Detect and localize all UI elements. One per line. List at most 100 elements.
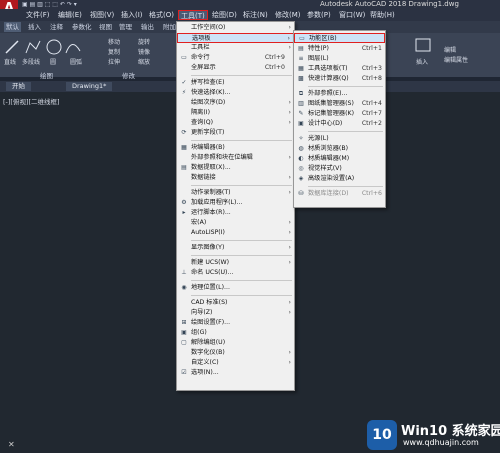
submenu-item-materials-browser[interactable]: ◍ 材质浏览器(B) <box>294 144 385 154</box>
ribbon-move[interactable]: 移动 <box>108 37 120 46</box>
menu-item-customize[interactable]: 自定义(C) › <box>177 358 294 368</box>
menu-insert[interactable]: 插入(I) <box>119 10 145 20</box>
panel-title-modify[interactable]: 修改 <box>122 70 135 80</box>
panel-title-draw[interactable]: 绘图 <box>40 70 53 80</box>
ribbon-polyline-label[interactable]: 多段线 <box>22 57 40 66</box>
submenu-item-materials-editor[interactable]: ◐ 材质编辑器(M) <box>294 154 385 164</box>
menu-item-group[interactable]: ▣ 组(G) <box>177 328 294 338</box>
menu-item-drafting-settings[interactable]: ⊞ 绘图设置(F)... <box>177 318 294 328</box>
submenu-item-xrefs[interactable]: ⧉ 外部参照(E)... <box>294 89 385 99</box>
menu-format[interactable]: 格式(O) <box>147 10 176 20</box>
menu-modify[interactable]: 修改(M) <box>273 10 303 20</box>
ribbon-scale[interactable]: 缩放 <box>138 57 150 66</box>
menu-view[interactable]: 视图(V) <box>88 10 116 20</box>
submenu-item-dbconnect[interactable]: ⛁ 数据库连接(D) Ctrl+6 <box>294 189 385 199</box>
menu-item-block-editor[interactable]: ▦ 块编辑器(B) <box>177 143 294 153</box>
menu-help[interactable]: 帮助(H) <box>368 10 397 20</box>
menu-item-autolisp[interactable]: AutoLISP(I) › <box>177 228 294 238</box>
submenu-item-design-center[interactable]: ▣ 设计中心(D) Ctrl+2 <box>294 119 385 129</box>
tab-addins[interactable]: 附加 <box>163 22 176 32</box>
menu-item-draw-order[interactable]: 绘图次序(D) › <box>177 98 294 108</box>
menu-item-tablet[interactable]: 数字化仪(B) › <box>177 348 294 358</box>
ribbon-line-label[interactable]: 直线 <box>4 57 16 66</box>
properties-icon: ▤ <box>298 45 304 52</box>
ucs-icon: ✕ <box>8 440 15 449</box>
ribbon-mirror[interactable]: 镜像 <box>138 47 150 56</box>
ribbon-stretch[interactable]: 拉伸 <box>108 57 120 66</box>
menu-item-data-links[interactable]: 数据链接 › <box>177 173 294 183</box>
submenu-item-properties[interactable]: ▤ 特性(P) Ctrl+1 <box>294 44 385 54</box>
database-icon: ⛁ <box>298 190 304 197</box>
ribbon-arc-label[interactable]: 圆弧 <box>70 57 82 66</box>
menu-window[interactable]: 窗口(W) <box>337 10 367 20</box>
ribbon-circle-label[interactable]: 圆 <box>50 57 56 66</box>
tab-manage[interactable]: 管理 <box>119 22 132 32</box>
menu-separator <box>191 75 292 76</box>
menu-item-action-recorder[interactable]: 动作录制器(T) › <box>177 188 294 198</box>
markup-icon: ✎ <box>298 110 304 117</box>
submenu-item-layers[interactable]: ≡ 图层(L) <box>294 54 385 64</box>
ungroup-icon: ▢ <box>181 339 187 346</box>
submenu-item-ribbon[interactable]: ▭ 功能区(B) <box>294 33 385 43</box>
menu-item-macro[interactable]: 宏(A) › <box>177 218 294 228</box>
menu-item-fullscreen[interactable]: 全屏显示 Ctrl+0 <box>177 63 294 73</box>
submenu-item-lights[interactable]: ✧ 光源(L) <box>294 134 385 144</box>
menu-item-display-image[interactable]: 显示图像(Y) › <box>177 243 294 253</box>
menu-item-ungroup[interactable]: ▢ 解除编组(U) <box>177 338 294 348</box>
menu-item-run-script[interactable]: ▸ 运行脚本(R)... <box>177 208 294 218</box>
menu-edit[interactable]: 编辑(E) <box>56 10 84 20</box>
submenu-item-quickcalc[interactable]: ▩ 快速计算器(Q) Ctrl+8 <box>294 74 385 84</box>
tab-home[interactable]: 默认 <box>4 22 21 32</box>
menu-separator <box>308 131 383 132</box>
drafting-settings-icon: ⊞ <box>181 319 187 326</box>
menu-item-isolate[interactable]: 隔离(I) › <box>177 108 294 118</box>
materials-editor-icon: ◐ <box>298 155 304 162</box>
tab-output[interactable]: 输出 <box>141 22 154 32</box>
ribbon-edit[interactable]: 编辑 <box>444 45 456 54</box>
viewport-controls[interactable]: [-][俯视][二维线框] <box>3 96 60 106</box>
menu-parametric[interactable]: 参数(P) <box>305 10 333 20</box>
menu-item-new-ucs[interactable]: 新建 UCS(W) › <box>177 258 294 268</box>
menu-item-toolbars[interactable]: 工具栏 › <box>177 43 294 53</box>
tab-parametric[interactable]: 参数化 <box>72 22 92 32</box>
menu-item-palettes[interactable]: 选项板 › <box>177 33 294 43</box>
menu-item-data-extraction[interactable]: ▤ 数据提取(X)... <box>177 163 294 173</box>
menu-file[interactable]: 文件(F) <box>24 10 52 20</box>
menu-tools[interactable]: 工具(T) <box>178 10 208 20</box>
ribbon-insert-label[interactable]: 插入 <box>416 57 428 66</box>
submenu-item-sheet-set-manager[interactable]: ▥ 图纸集管理器(S) Ctrl+4 <box>294 99 385 109</box>
ribbon-copy[interactable]: 复制 <box>108 47 120 56</box>
submenu-item-render-settings[interactable]: ◈ 高级渲染设置(A) <box>294 174 385 184</box>
win10-logo-icon: 10 <box>367 420 397 450</box>
tab-start[interactable]: 开始 <box>6 82 31 91</box>
tab-drawing1[interactable]: Drawing1* <box>66 82 113 91</box>
submenu-item-tool-palettes[interactable]: ▦ 工具选项板(T) Ctrl+3 <box>294 64 385 74</box>
menu-item-xref-inplace[interactable]: 外部参照和块在位编辑 › <box>177 153 294 163</box>
ribbon-rotate[interactable]: 旋转 <box>138 37 150 46</box>
calculator-icon: ▩ <box>298 75 304 82</box>
menu-item-named-ucs[interactable]: ⊥ 命名 UCS(U)... <box>177 268 294 278</box>
submenu-item-visual-styles[interactable]: ◎ 视觉样式(V) <box>294 164 385 174</box>
menu-dimension[interactable]: 标注(N) <box>241 10 270 20</box>
menu-item-wizards[interactable]: 向导(Z) › <box>177 308 294 318</box>
menu-item-options[interactable]: ☑ 选项(N)... <box>177 368 294 378</box>
menu-item-geolocation[interactable]: ◉ 地理位置(L)... <box>177 283 294 293</box>
menu-item-quick-select[interactable]: ⚡ 快速选择(K)... <box>177 88 294 98</box>
submenu-item-markup-set-manager[interactable]: ✎ 标记集管理器(K) Ctrl+7 <box>294 109 385 119</box>
menu-item-load-application[interactable]: ⚙ 加载应用程序(L)... <box>177 198 294 208</box>
menu-item-cad-standards[interactable]: CAD 标准(S) › <box>177 298 294 308</box>
menu-item-command-line[interactable]: ▭ 命令行 Ctrl+9 <box>177 53 294 63</box>
ribbon-edit-attr[interactable]: 编辑属性 <box>444 55 468 64</box>
tab-annotate[interactable]: 注释 <box>50 22 63 32</box>
tab-insert[interactable]: 插入 <box>28 22 41 32</box>
menu-item-workspace[interactable]: 工作空间(O) › <box>177 23 294 33</box>
menu-item-update-fields[interactable]: ⟳ 更新字段(T) <box>177 128 294 138</box>
tab-view[interactable]: 视图 <box>99 22 112 32</box>
visual-styles-icon: ◎ <box>298 165 304 172</box>
menu-item-inquiry[interactable]: 查询(Q) › <box>177 118 294 128</box>
menu-item-spell-check[interactable]: ✓ 拼写检查(E) <box>177 78 294 88</box>
tool-palettes-icon: ▦ <box>298 65 304 72</box>
menu-draw[interactable]: 绘图(D) <box>210 10 239 20</box>
options-checkbox-icon: ☑ <box>181 369 187 376</box>
quick-access-toolbar[interactable]: ▣ ▤ ▥ ⬚ ⬚ ↶ ↷ ▾ <box>22 1 77 8</box>
